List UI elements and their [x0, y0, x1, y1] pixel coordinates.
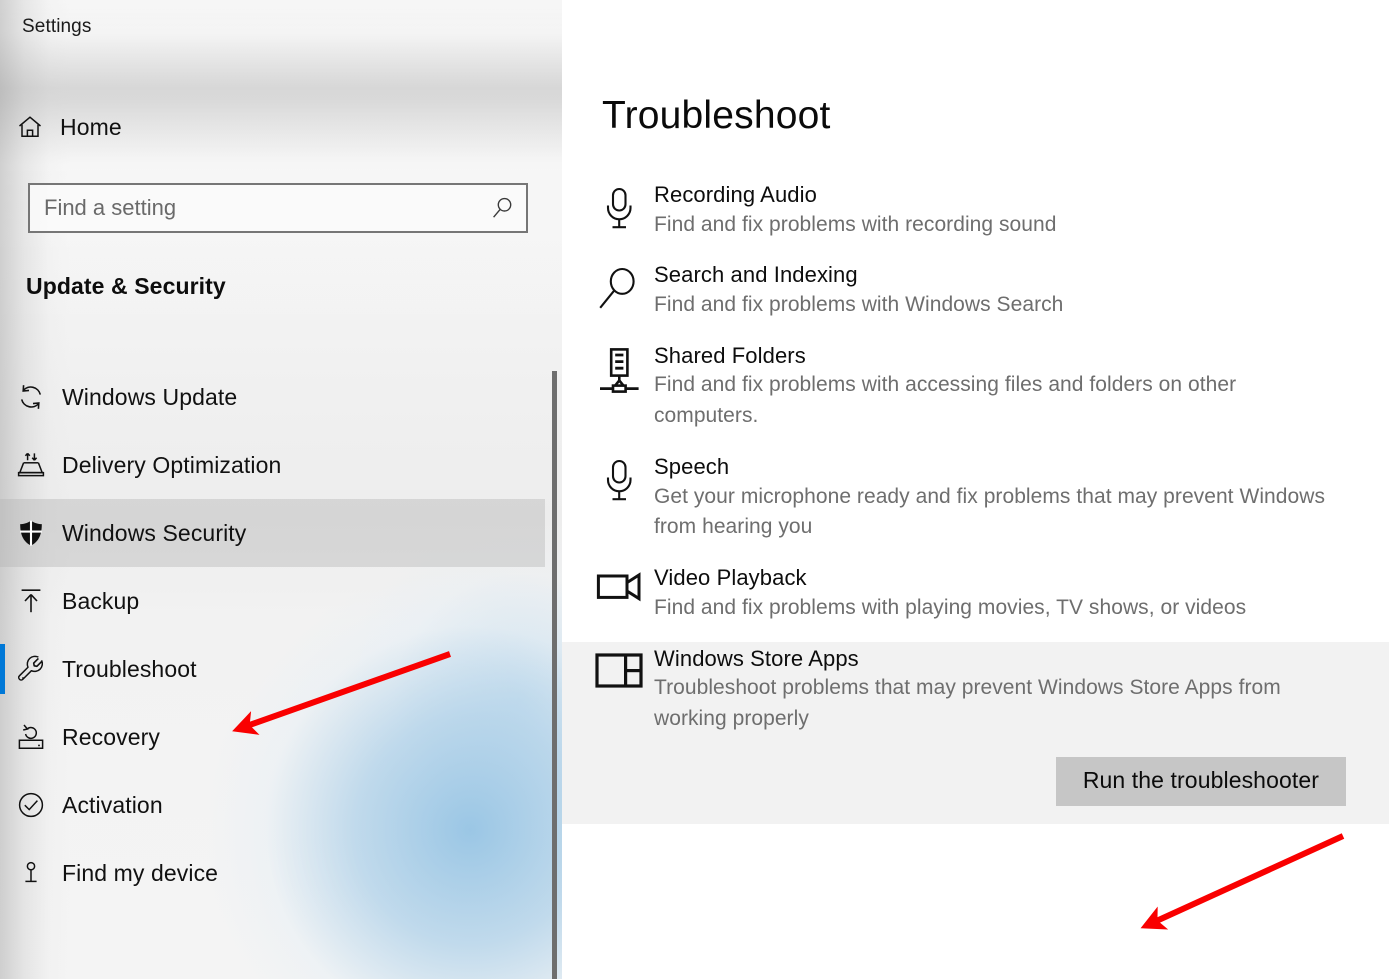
troubleshooter-description: Find and fix problems with playing movie…: [654, 595, 1247, 619]
sidebar-item-activation[interactable]: Activation: [0, 771, 545, 839]
recovery-icon: [0, 722, 62, 752]
sidebar-item-troubleshoot[interactable]: Troubleshoot: [0, 635, 545, 703]
sidebar-item-label: Find my device: [62, 859, 219, 886]
troubleshooter-item-shared-folders[interactable]: Shared Folders Find and fix problems wit…: [562, 339, 1389, 450]
troubleshooter-name: Recording Audio: [654, 182, 817, 207]
troubleshooter-description: Find and fix problems with Windows Searc…: [654, 292, 1064, 316]
home-icon: [0, 113, 60, 141]
sidebar-item-find-my-device[interactable]: Find my device: [0, 839, 545, 907]
troubleshooter-item-video-playback[interactable]: Video Playback Find and fix problems wit…: [562, 561, 1389, 641]
location-pin-icon: [0, 858, 62, 888]
sidebar-item-windows-update[interactable]: Windows Update: [0, 363, 545, 431]
troubleshooter-description: Troubleshoot problems that may prevent W…: [654, 676, 1281, 730]
upload-icon: [0, 586, 62, 616]
sidebar-item-home-label: Home: [60, 113, 122, 140]
sidebar-item-label: Activation: [62, 791, 163, 818]
delivery-icon: [0, 450, 62, 480]
sidebar-item-label: Recovery: [62, 723, 160, 750]
troubleshooter-description: Find and fix problems with accessing fil…: [654, 373, 1237, 428]
sidebar-item-recovery[interactable]: Recovery: [0, 703, 545, 771]
troubleshooter-name: Windows Store Apps: [654, 645, 859, 671]
troubleshooter-name: Shared Folders: [654, 342, 806, 368]
selection-accent-bar: [0, 644, 5, 694]
page-title: Troubleshoot: [602, 94, 831, 137]
settings-window: Settings Home Find a setting Update & Se…: [0, 0, 1389, 979]
app-title: Settings: [22, 16, 92, 37]
wrench-icon: [0, 654, 62, 684]
sidebar-item-label: Windows Security: [62, 519, 247, 546]
microphone-icon: [584, 454, 654, 543]
sidebar-item-label: Delivery Optimization: [62, 451, 282, 478]
app-tiles-icon: [584, 646, 654, 806]
sidebar-item-label: Windows Update: [62, 383, 238, 410]
sidebar-item-label: Troubleshoot: [62, 655, 197, 682]
run-the-troubleshooter-button[interactable]: Run the troubleshooter: [1055, 756, 1346, 806]
sync-icon: [0, 382, 62, 412]
microphone-icon: [584, 182, 654, 240]
troubleshooter-description: Find and fix problems with recording sou…: [654, 212, 1057, 236]
check-circle-icon: [0, 790, 62, 820]
troubleshooter-name: Search and Indexing: [654, 262, 858, 288]
video-camera-icon: [584, 565, 654, 623]
troubleshooter-description: Get your microphone ready and fix proble…: [654, 484, 1325, 539]
server-icon: [584, 343, 654, 432]
troubleshooter-name: Speech: [654, 453, 730, 479]
sidebar-item-windows-security[interactable]: Windows Security: [0, 499, 545, 567]
troubleshooter-list: Recording Audio Find and fix problems wi…: [562, 178, 1389, 824]
sidebar-item-delivery-optimization[interactable]: Delivery Optimization: [0, 431, 545, 499]
troubleshooter-item-speech[interactable]: Speech Get your microphone ready and fix…: [562, 450, 1389, 561]
sidebar-scrollbar[interactable]: [550, 0, 562, 979]
sidebar-item-home[interactable]: Home: [0, 101, 545, 153]
sidebar-item-label: Backup: [62, 587, 140, 614]
magnifier-icon: [584, 262, 654, 320]
sidebar-nav-list: Windows Update Delivery Optimization Win…: [0, 363, 545, 907]
troubleshooter-item-recording-audio[interactable]: Recording Audio Find and fix problems wi…: [562, 178, 1389, 258]
troubleshooter-item-windows-store-apps[interactable]: Windows Store Apps Troubleshoot problems…: [562, 641, 1389, 824]
navigation-pane: Settings Home Find a setting Update & Se…: [0, 0, 562, 979]
section-title: Update & Security: [26, 273, 226, 299]
search-input[interactable]: [30, 185, 480, 231]
shield-icon: [0, 518, 62, 548]
troubleshooter-item-search-and-indexing[interactable]: Search and Indexing Find and fix problem…: [562, 258, 1389, 338]
sidebar-scrollbar-thumb[interactable]: [552, 371, 557, 979]
sidebar-item-backup[interactable]: Backup: [0, 567, 545, 635]
search-setting-box[interactable]: [28, 183, 528, 233]
search-icon[interactable]: [480, 195, 526, 221]
troubleshoot-page: Troubleshoot Recording Audio Find and fi…: [562, 0, 1389, 979]
troubleshooter-name: Video Playback: [654, 565, 807, 591]
